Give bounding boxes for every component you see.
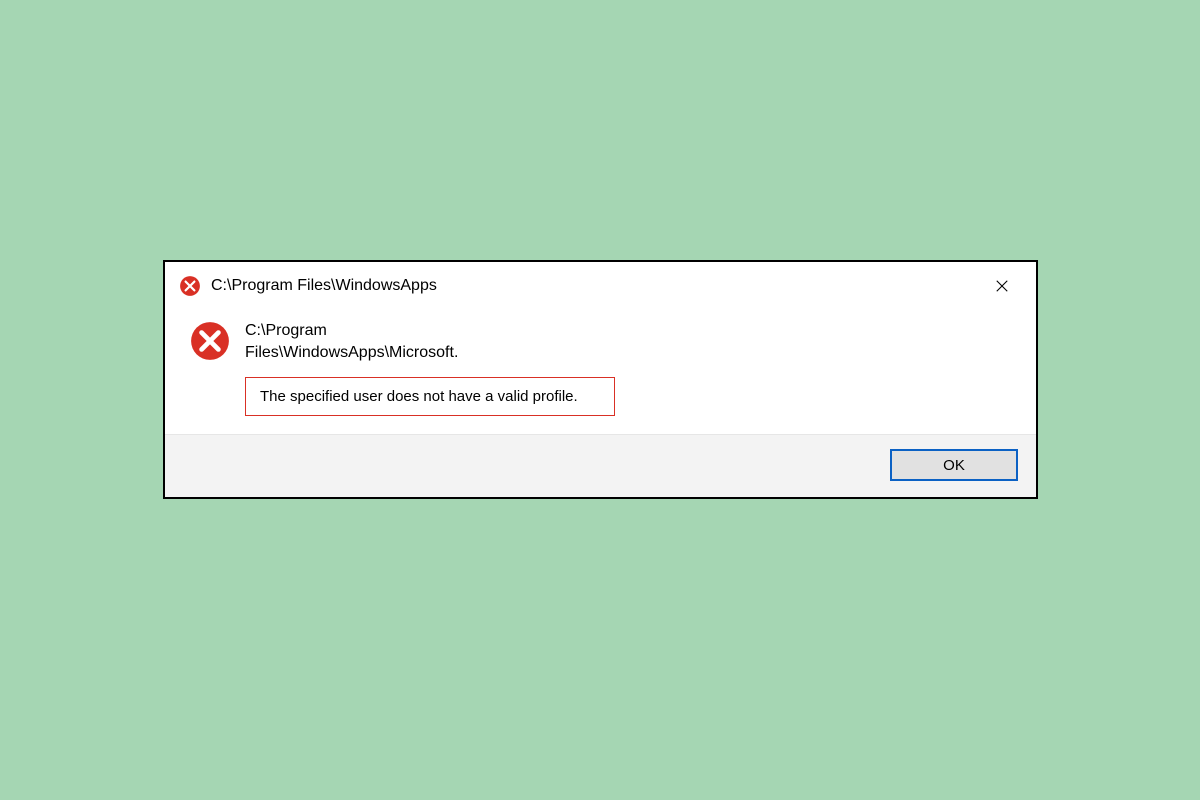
error-dialog: C:\Program Files\WindowsApps C:\Program … — [163, 260, 1038, 499]
dialog-title: C:\Program Files\WindowsApps — [211, 277, 982, 295]
path-segment: C:\Program — [245, 322, 327, 339]
path-segment: Files\WindowsApps\Microsoft. — [245, 344, 458, 361]
error-path: C:\Program Files\WindowsApps\Microsoft. — [245, 320, 505, 363]
close-button[interactable] — [982, 272, 1022, 300]
error-icon — [189, 320, 231, 362]
error-message-highlight: The specified user does not have a valid… — [245, 377, 615, 416]
dialog-titlebar: C:\Program Files\WindowsApps — [165, 262, 1036, 308]
ok-button-label: OK — [943, 457, 965, 474]
error-icon — [179, 275, 201, 297]
dialog-footer: OK — [165, 434, 1036, 497]
dialog-body: C:\Program Files\WindowsApps\Microsoft. … — [245, 318, 1012, 416]
ok-button[interactable]: OK — [890, 449, 1018, 481]
error-message-text: The specified user does not have a valid… — [260, 388, 578, 405]
dialog-content: C:\Program Files\WindowsApps\Microsoft. … — [165, 308, 1036, 434]
